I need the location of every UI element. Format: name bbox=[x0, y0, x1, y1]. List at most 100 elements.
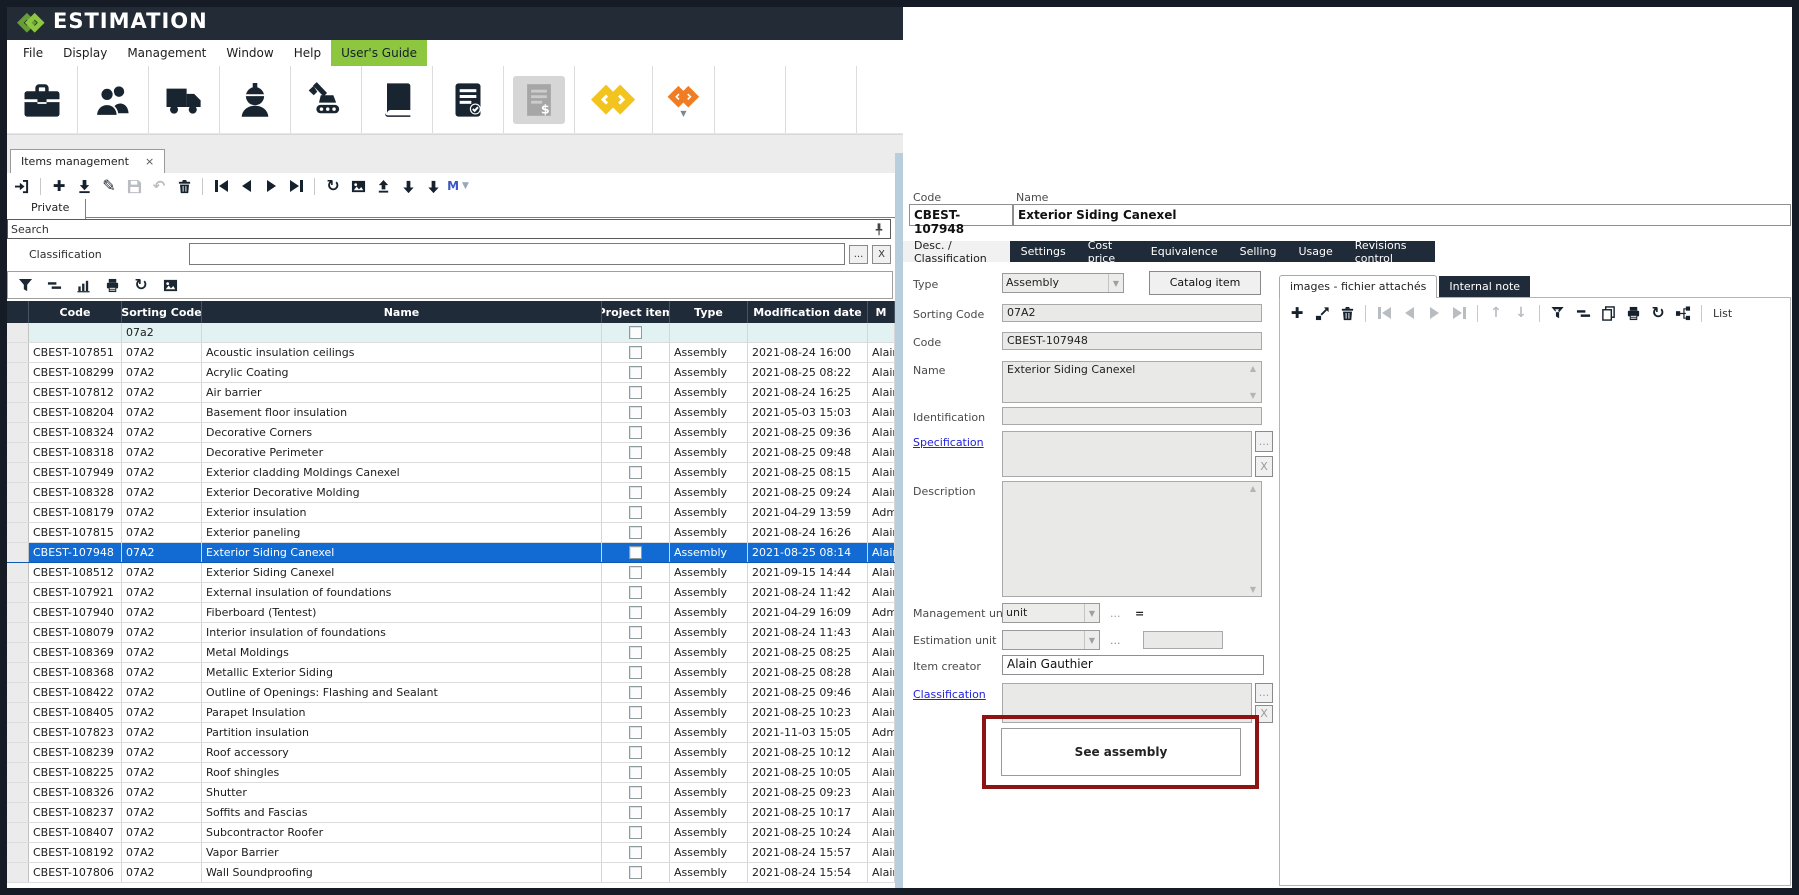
detail-tab-desc-classification[interactable]: Desc. / Classification bbox=[903, 241, 1010, 262]
classification-input[interactable] bbox=[189, 243, 845, 265]
prev-gray-icon[interactable] bbox=[1400, 304, 1418, 322]
project-item-checkbox[interactable] bbox=[629, 646, 642, 659]
table-row[interactable]: CBEST-10817907A2Exterior insulationAssem… bbox=[7, 503, 895, 523]
estimation-unit-dropdown[interactable]: ▼ bbox=[1002, 630, 1100, 650]
detail-tab-selling[interactable]: Selling bbox=[1229, 241, 1288, 262]
project-item-checkbox[interactable] bbox=[629, 726, 642, 739]
item-creator-field[interactable]: Alain Gauthier bbox=[1002, 655, 1264, 675]
save-gray-icon[interactable] bbox=[125, 177, 143, 195]
table-row[interactable]: CBEST-10792107A2External insulation of f… bbox=[7, 583, 895, 603]
table-row[interactable]: CBEST-10785107A2Acoustic insulation ceil… bbox=[7, 343, 895, 363]
edit-icon[interactable]: ✎ bbox=[100, 177, 118, 195]
table-row[interactable]: CBEST-10782307A2Partition insulationAsse… bbox=[7, 723, 895, 743]
tab-items-management[interactable]: Items management × bbox=[10, 149, 165, 173]
table-row[interactable]: CBEST-10794007A2Fiberboard (Tentest)Asse… bbox=[7, 603, 895, 623]
table-row[interactable]: CBEST-10822507A2Roof shinglesAssembly202… bbox=[7, 763, 895, 783]
truck-icon[interactable] bbox=[149, 66, 220, 133]
estimation-unit-browse[interactable]: ... bbox=[1110, 634, 1121, 647]
filter-clear-icon[interactable] bbox=[1549, 304, 1567, 322]
project-item-checkbox[interactable] bbox=[629, 846, 642, 859]
last-gray-icon[interactable] bbox=[1450, 304, 1468, 322]
detail-tab-revisions-control[interactable]: Revisions control bbox=[1344, 241, 1435, 262]
project-item-checkbox[interactable] bbox=[629, 426, 642, 439]
column-header-code[interactable]: Code bbox=[29, 301, 122, 323]
project-item-checkbox[interactable] bbox=[629, 686, 642, 699]
scroll-arrows-icon[interactable]: ▲▼ bbox=[1247, 364, 1259, 400]
next-gray-icon[interactable] bbox=[1425, 304, 1443, 322]
type-dropdown[interactable]: Assembly ▼ bbox=[1002, 273, 1124, 293]
catalog-book-icon[interactable] bbox=[362, 66, 433, 133]
next-icon[interactable] bbox=[262, 177, 280, 195]
download-icon[interactable] bbox=[399, 177, 417, 195]
project-item-checkbox[interactable] bbox=[629, 866, 642, 879]
refresh-icon[interactable]: ↻ bbox=[1649, 304, 1667, 322]
project-item-checkbox[interactable] bbox=[629, 566, 642, 579]
table-filter-row[interactable]: 07a2 bbox=[7, 323, 895, 343]
project-item-checkbox[interactable] bbox=[629, 626, 642, 639]
chevron-down-icon[interactable]: ▼ bbox=[680, 111, 686, 117]
first-gray-icon[interactable] bbox=[1375, 304, 1393, 322]
classification-browse-button[interactable]: ... bbox=[1255, 683, 1273, 703]
table-row[interactable]: CBEST-10829907A2Acrylic CoatingAssembly2… bbox=[7, 363, 895, 383]
project-item-checkbox[interactable] bbox=[629, 586, 642, 599]
up-gray-icon[interactable]: ↑ bbox=[1487, 304, 1505, 322]
panel-splitter[interactable] bbox=[895, 153, 903, 888]
logo-orange-icon[interactable]: ▼ bbox=[653, 66, 715, 133]
project-item-checkbox[interactable] bbox=[629, 546, 642, 559]
attach-icon[interactable] bbox=[1313, 304, 1331, 322]
tree-icon[interactable] bbox=[1674, 304, 1692, 322]
pricing-document-icon[interactable]: $ bbox=[504, 66, 575, 133]
upload-icon[interactable] bbox=[374, 177, 392, 195]
worker-icon[interactable] bbox=[220, 66, 291, 133]
project-item-checkbox[interactable] bbox=[629, 766, 642, 779]
project-item-checkbox[interactable] bbox=[629, 386, 642, 399]
image-icon[interactable] bbox=[161, 276, 179, 294]
project-item-checkbox[interactable] bbox=[629, 486, 642, 499]
add-icon[interactable]: ✚ bbox=[50, 177, 68, 195]
detail-tab-equivalence[interactable]: Equivalence bbox=[1140, 241, 1229, 262]
menu-item-users-guide[interactable]: User's Guide bbox=[331, 40, 427, 66]
project-item-checkbox[interactable] bbox=[629, 366, 642, 379]
excavator-icon[interactable] bbox=[291, 66, 362, 133]
project-item-checkbox[interactable] bbox=[629, 786, 642, 799]
summary-icon[interactable] bbox=[45, 276, 63, 294]
print-icon[interactable] bbox=[103, 276, 121, 294]
import-icon[interactable] bbox=[75, 177, 93, 195]
exit-icon[interactable] bbox=[13, 177, 31, 195]
table-row[interactable]: CBEST-10823707A2Soffits and FasciasAssem… bbox=[7, 803, 895, 823]
copy-icon[interactable] bbox=[1599, 304, 1617, 322]
table-row[interactable]: CBEST-10842207A2Outline of Openings: Fla… bbox=[7, 683, 895, 703]
column-header-project-item[interactable]: Project item bbox=[602, 301, 670, 323]
project-item-checkbox[interactable] bbox=[629, 746, 642, 759]
refresh-icon[interactable]: ↻ bbox=[324, 177, 342, 195]
menu-item-window[interactable]: Window bbox=[216, 40, 283, 66]
table-row[interactable]: CBEST-10832407A2Decorative CornersAssemb… bbox=[7, 423, 895, 443]
column-header-sorting-code[interactable]: Sorting Code bbox=[122, 301, 202, 323]
detail-tab-settings[interactable]: Settings bbox=[1010, 241, 1077, 262]
table-row[interactable]: CBEST-10807907A2Interior insulation of f… bbox=[7, 623, 895, 643]
table-row[interactable]: CBEST-10832607A2ShutterAssembly2021-08-2… bbox=[7, 783, 895, 803]
pin-icon[interactable] bbox=[872, 222, 886, 241]
tab-private[interactable]: Private bbox=[7, 199, 86, 219]
chart-icon[interactable] bbox=[74, 276, 92, 294]
last-icon[interactable] bbox=[287, 177, 305, 195]
column-header-modification-date[interactable]: Modification date bbox=[748, 301, 868, 323]
table-row[interactable]: CBEST-10840507A2Parapet InsulationAssemb… bbox=[7, 703, 895, 723]
employees-icon[interactable] bbox=[78, 66, 149, 133]
table-row[interactable]: CBEST-10836807A2Metallic Exterior Siding… bbox=[7, 663, 895, 683]
search-input[interactable] bbox=[8, 220, 890, 238]
scroll-arrows-icon[interactable]: ▲▼ bbox=[1247, 484, 1259, 594]
project-item-checkbox[interactable] bbox=[629, 446, 642, 459]
catalog-item-button[interactable]: Catalog item bbox=[1149, 271, 1261, 295]
project-item-checkbox[interactable] bbox=[629, 466, 642, 479]
refresh-icon[interactable]: ↻ bbox=[132, 276, 150, 294]
menu-item-file[interactable]: File bbox=[13, 40, 53, 66]
delete-icon[interactable] bbox=[1338, 304, 1356, 322]
classification-clear-button[interactable]: X bbox=[872, 245, 891, 264]
filter-icon[interactable] bbox=[16, 276, 34, 294]
table-row[interactable]: CBEST-10794907A2Exterior cladding Moldin… bbox=[7, 463, 895, 483]
image-icon[interactable] bbox=[349, 177, 367, 195]
attachments-tab-images-fichier-attach-s[interactable]: images - fichier attachés bbox=[1279, 275, 1437, 298]
project-item-checkbox[interactable] bbox=[629, 706, 642, 719]
add-icon[interactable]: ✚ bbox=[1288, 304, 1306, 322]
